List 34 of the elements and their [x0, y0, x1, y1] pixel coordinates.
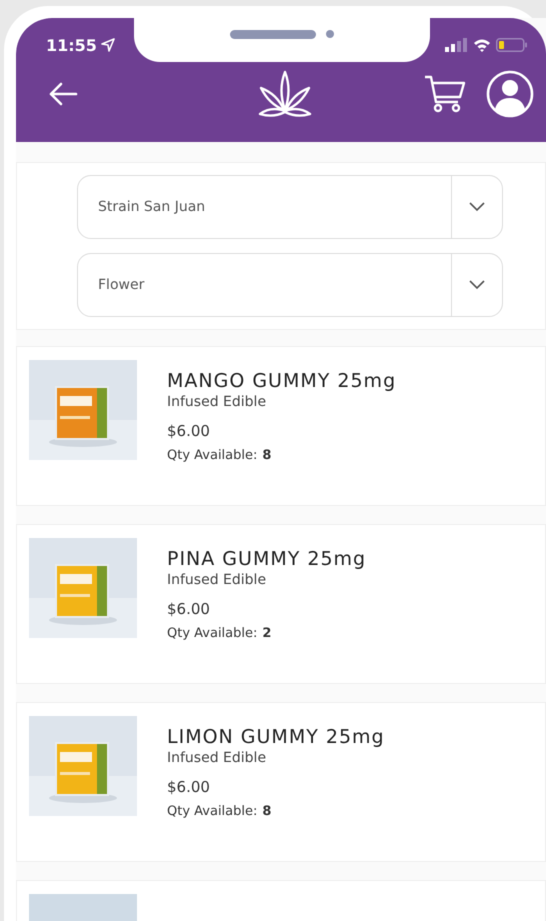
product-card[interactable]: MANGO GUMMY 25mg Infused Edible $6.00 Qty Available: 8 [16, 346, 546, 506]
battery-icon [496, 38, 528, 52]
location-arrow-icon [100, 38, 115, 52]
product-category: Infused Edible [167, 394, 268, 410]
leaf-logo-icon [257, 70, 313, 118]
product-price: $6.00 [167, 600, 211, 618]
qty-label: Qty Available: [167, 626, 258, 641]
product-card[interactable]: LIMON GUMMY 25mg Infused Edible $6.00 Qty Available: 8 [16, 702, 546, 862]
cart-button[interactable] [424, 74, 466, 114]
product-price: $6.00 [167, 422, 211, 440]
profile-button[interactable] [486, 70, 534, 118]
product-price: $6.00 [167, 778, 211, 796]
cart-icon [424, 74, 466, 114]
wifi-icon [473, 38, 491, 52]
qty-label: Qty Available: [167, 448, 258, 463]
dropdown-select[interactable]: Flower [77, 253, 503, 317]
dropdown-select[interactable]: Strain San Juan [77, 175, 503, 239]
user-avatar-icon [486, 70, 534, 118]
product-name: LIMON GUMMY 25mg [167, 726, 385, 748]
status-time: 11:55 [46, 36, 97, 54]
product-name: PINA GUMMY 25mg [167, 548, 366, 570]
product-category: Infused Edible [167, 750, 268, 766]
signal-icon [444, 38, 468, 52]
product-name: MANGO GUMMY 25mg [167, 370, 396, 392]
chevron-down-icon [469, 202, 485, 212]
qty-value: 2 [262, 626, 272, 641]
back-arrow-icon [48, 82, 78, 106]
qty-value: 8 [262, 804, 272, 819]
product-card[interactable]: PINA GUMMY 25mg Infused Edible $6.00 Qty Available: 2 [16, 524, 546, 684]
product-category: Infused Edible [167, 572, 268, 588]
qty-value: 8 [262, 448, 272, 463]
back-button[interactable] [48, 82, 78, 106]
qty-label: Qty Available: [167, 804, 258, 819]
chevron-down-icon [469, 280, 485, 290]
